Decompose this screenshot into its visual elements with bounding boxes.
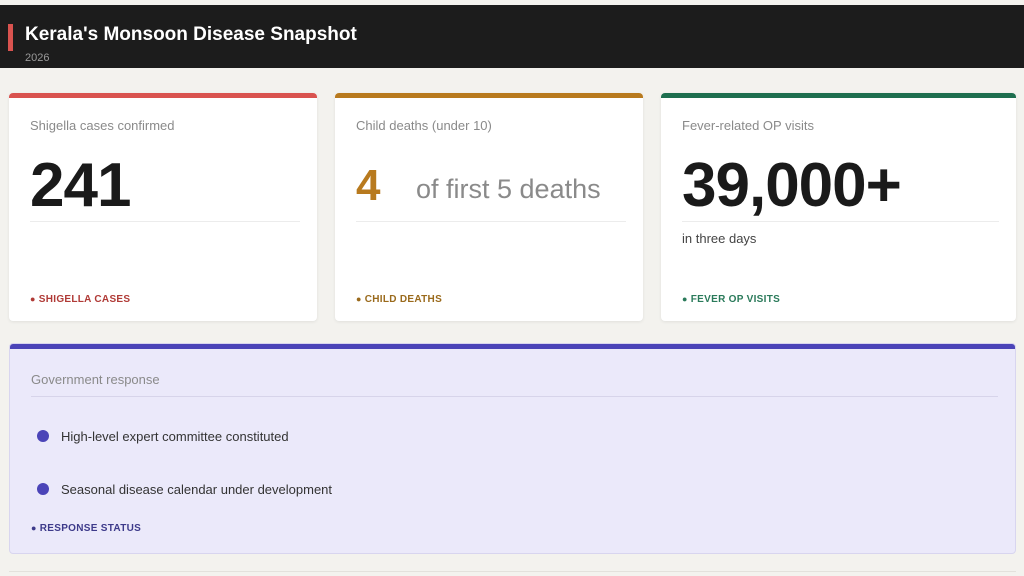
card-label: Fever-related OP visits — [682, 118, 814, 133]
government-response-panel: Government response High-level expert co… — [9, 343, 1016, 554]
stat-card-child-deaths: Child deaths (under 10) 4 of first 5 dea… — [335, 93, 643, 321]
panel-accent-bar — [10, 344, 1015, 349]
card-value: 241 — [30, 151, 131, 220]
list-item: High-level expert committee constituted — [37, 429, 289, 444]
tag-dot-icon: ● — [682, 294, 688, 304]
list-item-text: High-level expert committee constituted — [61, 429, 289, 444]
panel-divider — [31, 396, 998, 397]
card-value-suffix: of first 5 deaths — [416, 174, 601, 204]
card-tag-text: SHIGELLA CASES — [38, 294, 131, 305]
header-accent-bar — [8, 24, 13, 51]
page-header: Kerala's Monsoon Disease Snapshot 2026 — [0, 5, 1024, 68]
tag-dot-icon: ● — [356, 294, 362, 304]
panel-label: Government response — [31, 372, 160, 387]
card-label: Child deaths (under 10) — [356, 118, 492, 133]
card-tag-text: CHILD DEATHS — [364, 294, 443, 305]
bullet-icon — [37, 430, 49, 442]
card-tag: ● CHILD DEATHS — [356, 294, 442, 305]
page-subtitle: 2026 — [25, 52, 50, 64]
tag-dot-icon: ● — [31, 523, 37, 533]
card-divider — [682, 221, 999, 222]
stat-card-shigella: Shigella cases confirmed 241 ● SHIGELLA C… — [9, 93, 317, 321]
card-accent-bar — [335, 93, 643, 98]
list-item: Seasonal disease calendar under developm… — [37, 482, 332, 497]
panel-tag-text: RESPONSE STATUS — [39, 523, 142, 534]
card-divider — [356, 221, 626, 222]
bullet-icon — [37, 483, 49, 495]
card-divider — [30, 221, 300, 222]
card-label: Shigella cases confirmed — [30, 118, 175, 133]
list-item-text: Seasonal disease calendar under developm… — [61, 482, 333, 497]
card-accent-bar — [9, 93, 317, 98]
card-value: 39,000+ — [682, 151, 902, 220]
tag-dot-icon: ● — [30, 294, 36, 304]
card-tag: ● SHIGELLA CASES — [30, 294, 130, 305]
card-accent-bar — [661, 93, 1016, 98]
card-value: 4 — [356, 161, 381, 210]
stat-card-fever-op: Fever-related OP visits 39,000+ in three… — [661, 93, 1016, 321]
panel-tag: ● RESPONSE STATUS — [31, 523, 141, 534]
card-tag: ● FEVER OP VISITS — [682, 294, 780, 305]
footer-divider — [9, 571, 1016, 572]
card-note: in three days — [682, 231, 757, 246]
card-tag-text: FEVER OP VISITS — [690, 294, 781, 305]
page-title: Kerala's Monsoon Disease Snapshot — [25, 24, 357, 45]
